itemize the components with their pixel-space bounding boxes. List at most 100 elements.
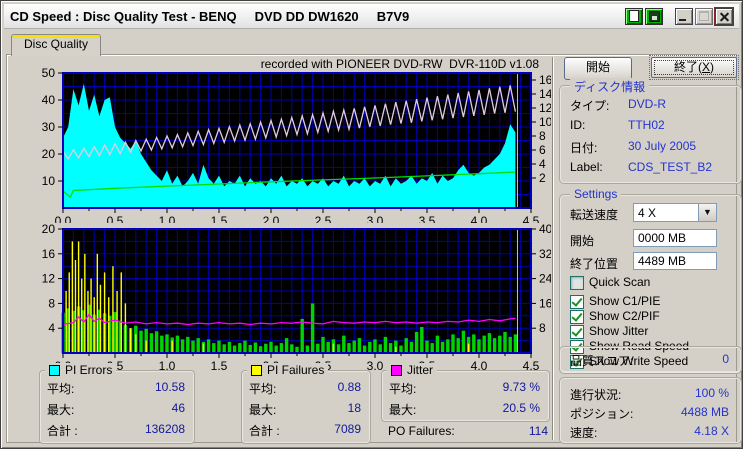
disc-date-value: 30 July 2005 (628, 139, 697, 153)
pi-errors-avg: 10.58 (154, 380, 185, 394)
save-button[interactable] (645, 7, 663, 25)
show-jitter-checkbox[interactable] (570, 325, 584, 339)
stop-button-focus-ring: 終了(X) (649, 55, 739, 80)
progress-group: 進行状況: 100 % ポジション: 4488 MB 速度: 4.18 X (559, 377, 742, 444)
pi-failures-avg: 0.88 (337, 380, 361, 394)
svg-text:8: 8 (48, 296, 55, 310)
speed-value: 4 X (638, 206, 657, 220)
svg-text:50: 50 (42, 66, 56, 80)
avg-label: 平均: (47, 382, 75, 396)
pi-errors-stats-box: PI Errors 平均: 10.58 最大: 46 合計 : 136208 (39, 363, 195, 444)
stop-button[interactable]: 終了(X) (651, 57, 737, 78)
max-label: 最大: (249, 403, 277, 417)
position-value: 4488 MB (680, 405, 729, 419)
app-window: CD Speed : Disc Quality Test - BENQ DVD … (0, 0, 743, 449)
end-pos-label: 終了位置 (570, 257, 619, 271)
svg-text:8: 8 (539, 321, 546, 335)
disc-id-value: TTH02 (628, 118, 665, 132)
svg-text:6: 6 (539, 143, 546, 157)
svg-text:2: 2 (539, 171, 546, 185)
total-label: 合計 : (47, 424, 78, 438)
check-icon (571, 310, 583, 322)
position-label: ポジション: (570, 407, 634, 421)
copy-button[interactable] (625, 7, 643, 25)
pi-errors-swatch (49, 364, 60, 376)
quality-score-label: 品質スコア: (570, 354, 634, 368)
disc-date-label: 日付: (570, 141, 598, 155)
maximize-button[interactable] (695, 7, 713, 25)
pi-errors-chart: 1020304050 1614121086420.0 0.5 1.0 1.5 2.0 2.5… (42, 66, 551, 223)
jitter-avg: 9.73 % (502, 380, 540, 394)
svg-text:12: 12 (539, 101, 551, 115)
show-c2-pif-checkbox[interactable] (570, 310, 584, 324)
minimize-button[interactable] (675, 7, 693, 25)
progress-label: 進行状況: (570, 388, 622, 402)
svg-text:3.0: 3.0 (367, 359, 384, 371)
pif-jitter-chart: 481216208162432400.00.51.01.52.02.53.03.… (42, 222, 551, 371)
close-button[interactable] (714, 6, 734, 26)
svg-text:20: 20 (42, 222, 56, 236)
jitter-swatch (391, 364, 402, 376)
svg-text:30: 30 (42, 120, 56, 134)
avg-label: 平均: (389, 382, 417, 396)
disc-label-value: CDS_TEST_B2 (628, 160, 713, 174)
quality-score-value: 0 (722, 352, 729, 366)
copy-icon (629, 10, 639, 22)
settings-title: Settings (570, 187, 622, 201)
pi-failures-total: 7089 (334, 422, 361, 436)
max-label: 最大: (47, 403, 75, 417)
speed-readout-label: 速度: (570, 426, 598, 440)
pi-failures-title: PI Failures (267, 363, 325, 377)
svg-text:32: 32 (539, 247, 551, 261)
speed-readout-value: 4.18 X (694, 424, 729, 438)
title-bar[interactable]: CD Speed : Disc Quality Test - BENQ DVD … (4, 4, 739, 29)
start-button[interactable]: 開始 (564, 57, 632, 80)
window-title: CD Speed : Disc Quality Test - BENQ DVD … (10, 8, 410, 24)
check-icon (571, 325, 583, 337)
speed-label: 転送速度 (570, 208, 619, 222)
end-position-input[interactable]: 4489 MB (633, 252, 717, 270)
progress-value: 100 % (694, 386, 729, 400)
quality-score-group: 品質スコア: 0 (559, 346, 742, 374)
svg-text:1.5: 1.5 (211, 359, 228, 371)
jitter-stats-box: Jitter 平均: 9.73 % 最大: 20.5 % (381, 363, 550, 422)
disc-info-title: ディスク情報 (570, 78, 650, 95)
close-icon (720, 12, 729, 21)
show-c1-pie-checkbox[interactable] (570, 295, 584, 309)
maximize-icon (699, 11, 709, 21)
disc-info-group: ディスク情報 タイプ: DVD-R ID: TTH02 日付: 30 July 200… (559, 78, 742, 184)
disc-type-label: タイプ: (570, 99, 610, 113)
svg-text:12: 12 (42, 272, 56, 286)
chevron-down-icon[interactable]: ▼ (698, 204, 716, 221)
svg-text:4: 4 (539, 157, 546, 171)
disc-label-label: Label: (570, 160, 603, 174)
minimize-icon (679, 18, 686, 21)
po-failures-row: PO Failures: 114 (388, 424, 548, 438)
pi-errors-max: 46 (171, 401, 185, 415)
svg-text:20: 20 (42, 147, 56, 161)
svg-text:8: 8 (539, 129, 546, 143)
titlebar-buttons (625, 6, 739, 26)
tab-label: Disc Quality (23, 37, 88, 51)
svg-text:10: 10 (42, 174, 56, 188)
svg-text:40: 40 (539, 222, 551, 236)
svg-text:24: 24 (539, 272, 551, 286)
pi-failures-max: 18 (347, 401, 361, 415)
tab-disc-quality[interactable]: Disc Quality (11, 34, 101, 56)
start-position-input[interactable]: 0000 MB (633, 229, 717, 247)
control-panel: 開始 終了(X) ディスク情報 タイプ: DVD-R ID: TTH02 日付: 30… (554, 31, 742, 444)
svg-text:16: 16 (42, 247, 56, 261)
total-label: 合計 : (249, 424, 280, 438)
pi-failures-stats-box: PI Failures 平均: 0.88 最大: 18 合計 : 7089 (241, 363, 371, 444)
po-failures-label: PO Failures: (388, 424, 455, 438)
pi-errors-title: PI Errors (65, 363, 113, 377)
svg-text:4: 4 (48, 321, 55, 335)
svg-text:10: 10 (539, 115, 551, 129)
pi-failures-swatch (251, 364, 262, 376)
svg-text:40: 40 (42, 93, 56, 107)
speed-select[interactable]: 4 X ▼ (633, 203, 717, 222)
start-pos-label: 開始 (570, 234, 595, 248)
pi-errors-total: 136208 (144, 422, 185, 436)
quick-scan-checkbox[interactable] (570, 276, 584, 290)
svg-text:16: 16 (539, 296, 551, 310)
